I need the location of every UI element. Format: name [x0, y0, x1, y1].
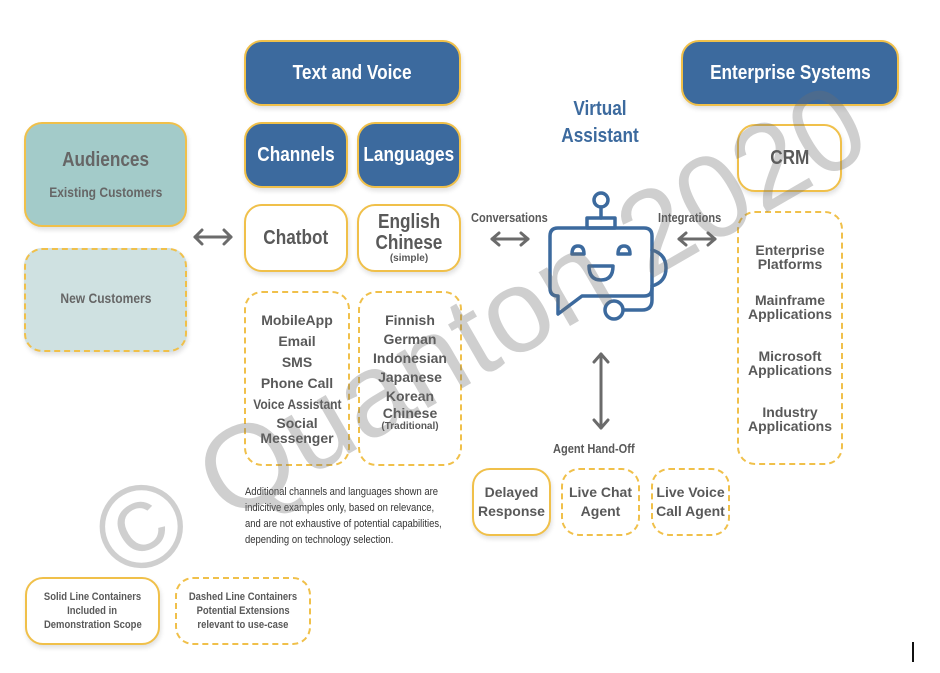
crm-label: CRM — [769, 146, 810, 169]
note-line-4: depending on technology selection. — [245, 534, 394, 546]
audiences-title: Audiences — [62, 149, 149, 171]
chatbot-box: Chatbot — [244, 204, 348, 272]
chatbot-label: Chatbot — [263, 226, 329, 249]
live-voice-line1: Live Voice — [656, 484, 725, 500]
legend-dashed-box: Dashed Line Containers Potential Extensi… — [175, 577, 311, 645]
legend-solid-box: Solid Line Containers Included in Demons… — [25, 577, 160, 645]
languages-header: Languages — [357, 122, 461, 188]
legend-solid-line2: Demonstration Scope — [43, 619, 142, 631]
language-german: German — [383, 331, 437, 347]
integrations-arrow-icon — [677, 231, 717, 247]
live-chat-line1: Live Chat — [568, 484, 632, 500]
delayed-response-box: Delayed Response — [472, 468, 551, 536]
live-voice-line2: Call Agent — [656, 503, 725, 519]
channels-label: Channels — [257, 143, 335, 166]
live-chat-line2: Agent — [580, 503, 621, 519]
enterprise-platforms-line2: Platforms — [757, 256, 823, 272]
legend-solid-line1: Included in — [67, 605, 118, 617]
virtual-assistant-title: Virtual Assistant — [540, 96, 660, 150]
text-cursor — [912, 642, 914, 662]
note-line-2: indicitive examples only, based on relev… — [245, 502, 435, 514]
delayed-line2: Response — [478, 503, 545, 519]
delayed-line1: Delayed — [484, 484, 539, 500]
legend-dashed-line1: Potential Extensions — [196, 605, 290, 617]
virtual-assistant-line1: Virtual — [573, 98, 627, 120]
live-voice-agent-box: Live Voice Call Agent — [651, 468, 730, 536]
legend-dashed-line2: relevant to use-case — [197, 619, 289, 631]
channel-social: Social — [276, 415, 318, 431]
traditional-note: (Traditional) — [381, 421, 439, 432]
new-customers-label: New Customers — [60, 290, 151, 306]
language-japanese: Japanese — [378, 369, 442, 385]
note-line-3: and are not exhaustive of potential capa… — [245, 518, 442, 530]
language-extensions-box: Finnish German Indonesian Japanese Korea… — [358, 291, 462, 466]
live-chat-agent-box: Live Chat Agent — [561, 468, 640, 536]
channel-phone-call: Phone Call — [260, 375, 334, 391]
channel-email: Email — [278, 333, 316, 349]
industry-line2: Applications — [747, 418, 832, 434]
text-and-voice-header: Text and Voice — [244, 40, 461, 106]
channel-sms: SMS — [281, 354, 313, 370]
enterprise-platforms-line1: Enterprise — [755, 242, 825, 258]
language-indonesian: Indonesian — [373, 350, 447, 366]
enterprise-integrations-box: Enterprise Platforms Mainframe Applicati… — [737, 211, 843, 465]
new-customers-box: New Customers — [24, 248, 187, 352]
crm-box: CRM — [737, 124, 842, 192]
channel-voice-assistant: Voice Assistant — [252, 396, 342, 412]
audience-chatbot-arrow-icon — [193, 228, 233, 246]
industry-line1: Industry — [762, 404, 818, 420]
chinese-simple-label: Chinese — [375, 232, 443, 254]
language-chinese-traditional: Chinese — [382, 405, 438, 421]
channel-mobileapp: MobileApp — [261, 312, 333, 328]
audiences-box: Audiences Existing Customers — [24, 122, 187, 227]
virtual-assistant-line2: Assistant — [561, 125, 639, 147]
simple-note: (simple) — [389, 253, 429, 264]
language-korean: Korean — [385, 388, 435, 404]
mainframe-line1: Mainframe — [754, 292, 826, 308]
enterprise-systems-header: Enterprise Systems — [681, 40, 899, 106]
conversations-label: Conversations — [471, 210, 548, 225]
english-label: English — [377, 211, 441, 233]
existing-customers-label: Existing Customers — [48, 184, 163, 200]
virtual-assistant-robot-icon — [548, 191, 668, 321]
enterprise-systems-label: Enterprise Systems — [709, 61, 871, 84]
legend-dashed-title: Dashed Line Containers — [188, 591, 298, 603]
channels-header: Channels — [244, 122, 348, 188]
microsoft-line1: Microsoft — [758, 348, 822, 364]
channel-extensions-box: MobileApp Email SMS Phone Call Voice Ass… — [244, 291, 350, 466]
conversations-arrow-icon — [490, 231, 530, 247]
languages-label: Languages — [363, 143, 455, 166]
disclaimer-note: Additional channels and languages shown … — [245, 484, 474, 548]
legend-solid-title: Solid Line Containers — [43, 591, 142, 603]
agent-handoff-arrow-icon — [592, 352, 610, 430]
note-line-1: Additional channels and languages shown … — [245, 486, 439, 498]
text-and-voice-label: Text and Voice — [293, 61, 412, 84]
english-chinese-box: English Chinese (simple) — [357, 204, 461, 272]
channel-messenger: Messenger — [260, 430, 334, 446]
microsoft-line2: Applications — [747, 362, 832, 378]
agent-handoff-label: Agent Hand-Off — [553, 441, 635, 456]
language-finnish: Finnish — [385, 312, 435, 328]
mainframe-line2: Applications — [747, 306, 832, 322]
